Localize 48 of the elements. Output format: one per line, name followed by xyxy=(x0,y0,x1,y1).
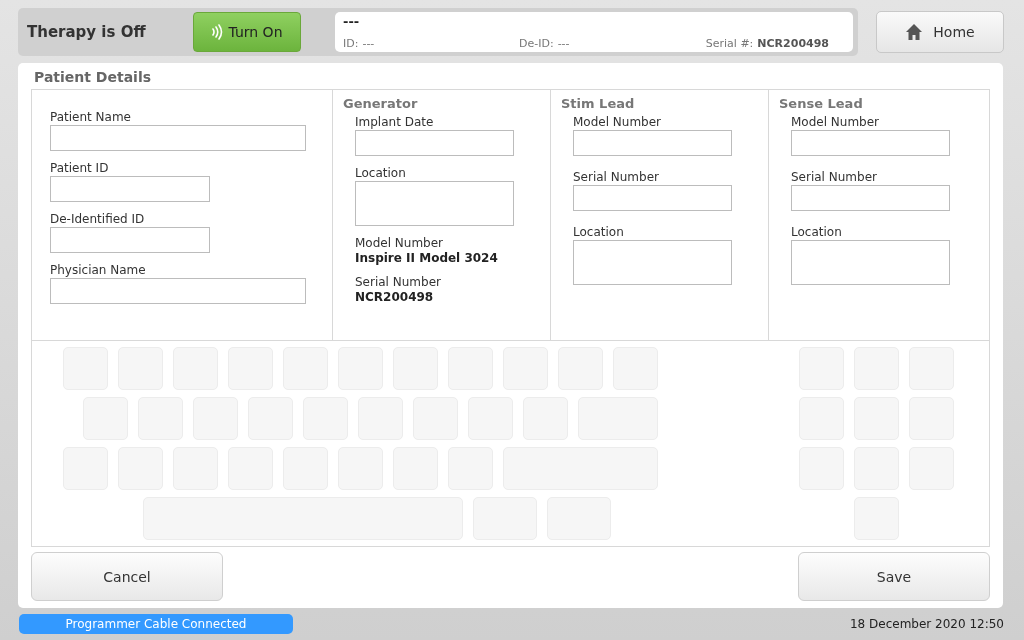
field-label: Serial Number xyxy=(791,170,878,184)
input-field[interactable] xyxy=(573,130,732,156)
save-button[interactable]: Save xyxy=(798,552,990,601)
field-label: Location xyxy=(791,225,843,239)
input-field[interactable] xyxy=(50,125,306,151)
field-label: Model Number xyxy=(791,115,881,129)
id-label: ID: xyxy=(343,37,359,50)
info-value: NCR200498 xyxy=(355,290,435,304)
field-label: Implant Date xyxy=(355,115,435,129)
home-button[interactable]: Home xyxy=(876,11,1004,53)
patient-name-text: --- xyxy=(343,14,361,29)
info-value: Inspire II Model 3024 xyxy=(355,251,499,265)
input-field[interactable] xyxy=(573,240,732,285)
info-label: Model Number xyxy=(355,236,445,250)
field-label: Patient ID xyxy=(50,161,110,175)
date-time: 18 December 2020 12:50 xyxy=(849,617,1004,631)
field-label: De-Identified ID xyxy=(50,212,146,226)
input-field[interactable] xyxy=(791,130,950,156)
connection-status-badge: Programmer Cable Connected xyxy=(19,614,293,634)
input-field[interactable] xyxy=(573,185,732,211)
therapy-status: Therapy is Off xyxy=(27,23,147,41)
cancel-button[interactable]: Cancel xyxy=(31,552,223,601)
de-id-value: --- xyxy=(557,37,570,50)
input-field[interactable] xyxy=(791,240,950,285)
serial-label: Serial #: xyxy=(705,37,754,50)
field-label: Model Number xyxy=(573,115,663,129)
section-title: Stim Lead xyxy=(561,96,636,111)
home-icon xyxy=(905,23,924,41)
input-field[interactable] xyxy=(355,181,514,226)
input-field[interactable] xyxy=(355,130,514,156)
input-field[interactable] xyxy=(50,278,306,304)
field-label: Serial Number xyxy=(573,170,660,184)
section-title: Generator xyxy=(343,96,419,111)
turn-on-button[interactable]: Turn On xyxy=(193,12,301,52)
input-field[interactable] xyxy=(50,176,210,202)
field-label: Location xyxy=(573,225,625,239)
field-label: Physician Name xyxy=(50,263,147,277)
field-label: Location xyxy=(355,166,407,180)
info-label: Serial Number xyxy=(355,275,442,289)
input-field[interactable] xyxy=(50,227,210,253)
id-value: --- xyxy=(362,37,375,50)
panel-title: Patient Details xyxy=(33,68,153,87)
input-field[interactable] xyxy=(791,185,950,211)
de-id-label: De-ID: xyxy=(519,37,554,50)
field-label: Patient Name xyxy=(50,110,132,124)
section-title: Sense Lead xyxy=(779,96,864,111)
serial-value: NCR200498 xyxy=(757,37,829,50)
signal-waves-icon xyxy=(211,24,224,40)
